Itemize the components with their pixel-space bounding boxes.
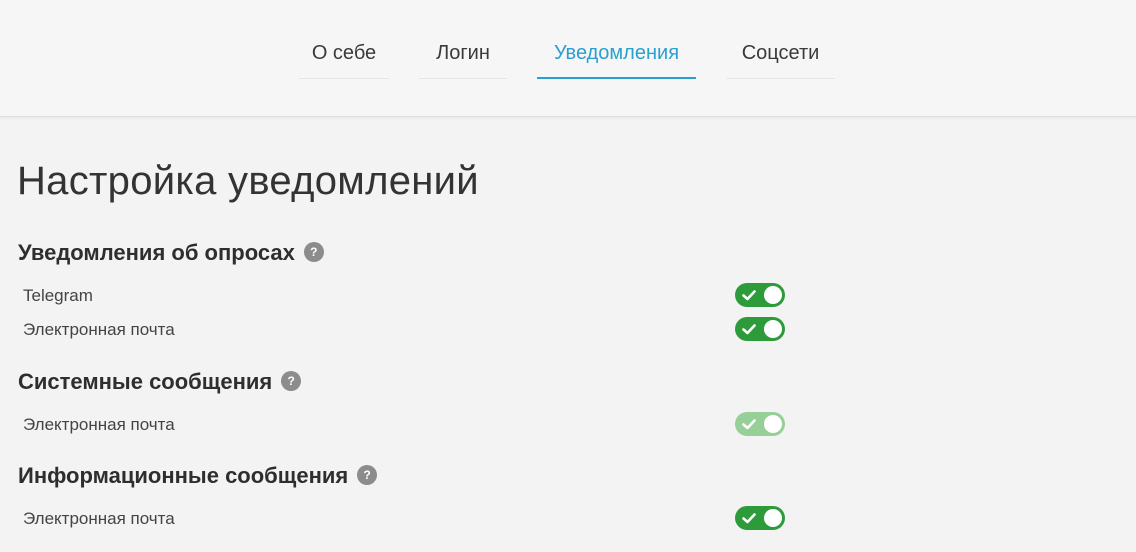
polls-email-toggle[interactable] <box>735 317 785 341</box>
polls-telegram-label: Telegram <box>23 286 93 305</box>
section-title-polls: Уведомления об опросах? <box>18 239 324 267</box>
check-icon <box>742 419 756 430</box>
section-title-info: Информационные сообщения? <box>18 462 378 490</box>
settings-tabs: О себе Логин Уведомления Соцсети <box>0 0 1136 116</box>
system-email-toggle <box>735 412 785 436</box>
top-navigation-bar: О себе Логин Уведомления Соцсети <box>0 0 1136 117</box>
tab-notifications[interactable]: Уведомления <box>537 28 696 79</box>
section-title-system-label: Системные сообщения <box>18 369 273 394</box>
tab-about[interactable]: О себе <box>299 28 389 79</box>
info-email-label: Электронная почта <box>23 509 175 528</box>
section-title-system: Системные сообщения? <box>18 368 302 396</box>
page-title: Настройка уведомлений <box>17 159 479 203</box>
toggle-knob <box>764 509 782 527</box>
section-title-info-label: Информационные сообщения <box>18 463 349 488</box>
section-title-polls-label: Уведомления об опросах <box>18 240 295 265</box>
tab-login[interactable]: Логин <box>419 28 507 79</box>
help-icon[interactable]: ? <box>357 465 378 486</box>
polls-email-label: Электронная почта <box>23 320 175 339</box>
system-email-label: Электронная почта <box>23 415 175 434</box>
toggle-knob <box>764 415 782 433</box>
check-icon <box>742 324 756 335</box>
toggle-knob <box>764 286 782 304</box>
help-icon[interactable]: ? <box>303 242 324 263</box>
polls-telegram-toggle[interactable] <box>735 283 785 307</box>
toggle-knob <box>764 320 782 338</box>
tab-social[interactable]: Соцсети <box>726 28 835 79</box>
check-icon <box>742 513 756 524</box>
help-icon[interactable]: ? <box>281 371 302 392</box>
info-email-toggle[interactable] <box>735 506 785 530</box>
check-icon <box>742 290 756 301</box>
